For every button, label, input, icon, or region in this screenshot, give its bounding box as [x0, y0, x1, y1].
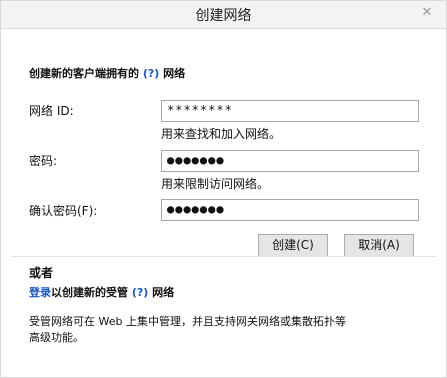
network-id-label: 网络 ID: [29, 104, 74, 118]
intro-prefix: 创建新的客户端拥有的 [29, 67, 139, 80]
managed-text: 以创建新的受管 [51, 286, 128, 299]
create-button[interactable]: 创建(C) [258, 234, 328, 257]
password-input[interactable]: ●●●●●●● [161, 150, 419, 172]
help-link[interactable]: (?) [143, 67, 159, 80]
cancel-button[interactable]: 取消(A) [344, 234, 414, 257]
confirm-password-input[interactable]: ●●●●●●● [161, 199, 419, 221]
close-icon[interactable]: ✕ [418, 4, 436, 22]
password-label: 密码: [29, 154, 58, 168]
or-label: 或者 [29, 266, 54, 280]
intro-suffix: 网络 [163, 67, 186, 80]
divider [11, 256, 436, 257]
network-id-input[interactable]: ******** [161, 100, 419, 122]
managed-help-link[interactable]: (?) [132, 286, 148, 299]
dialog-body: 创建新的客户端拥有的 (?) 网络 网络 ID: ******** 用来查找和加… [1, 29, 446, 377]
title-bar: 创建网络 ✕ [1, 1, 446, 29]
login-link[interactable]: 登录 [29, 286, 51, 299]
window-title: 创建网络 [195, 8, 252, 24]
managed-suffix: 网络 [152, 286, 175, 299]
create-network-dialog: 创建网络 ✕ 创建新的客户端拥有的 (?) 网络 网络 ID: ********… [0, 0, 447, 378]
intro-line: 创建新的客户端拥有的 (?) 网络 [29, 65, 185, 81]
confirm-password-label: 确认密码(F): [29, 204, 98, 218]
managed-network-line: 登录以创建新的受管 (?) 网络 [29, 284, 174, 300]
managed-network-description: 受管网络可在 Web 上集中管理，并且支持网关网络或集散拓扑等高级功能。 [29, 315, 346, 344]
password-helper: 用来限制访问网络。 [161, 177, 270, 191]
network-id-helper: 用来查找和加入网络。 [161, 127, 282, 141]
